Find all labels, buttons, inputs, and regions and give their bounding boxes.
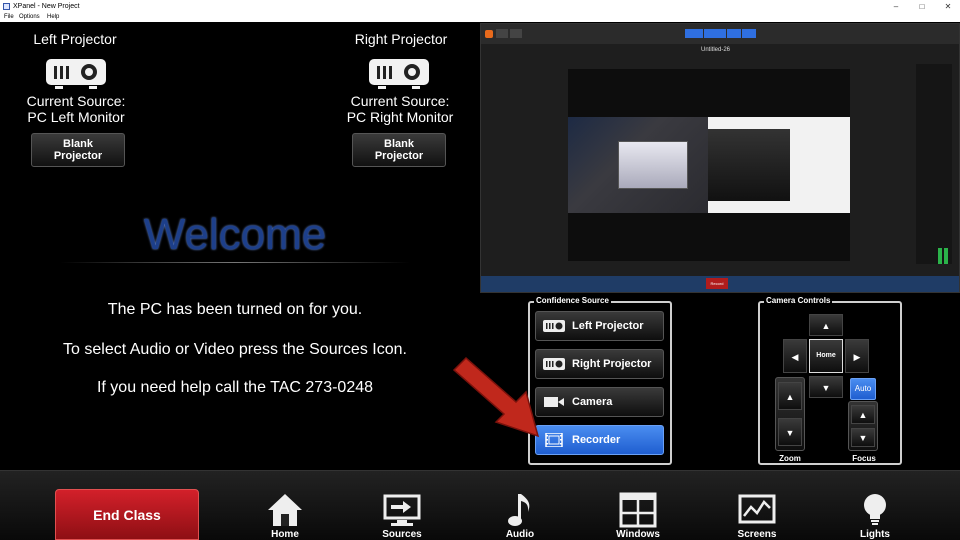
audio-level-bar: [938, 248, 942, 264]
desktop-photo: [708, 129, 790, 201]
source-right-projector-button[interactable]: Right Projector: [535, 349, 664, 379]
camera-home-button[interactable]: Home: [809, 339, 843, 373]
divider: [60, 262, 410, 263]
source-button-label: Right Projector: [572, 358, 652, 370]
welcome-line-3: If you need help call the TAC 273-0248: [96, 379, 374, 396]
nav-sources[interactable]: Sources: [362, 492, 442, 540]
nav-audio[interactable]: Audio: [480, 492, 560, 540]
nav-home-label: Home: [271, 529, 299, 540]
menu-file[interactable]: File: [4, 13, 14, 22]
auto-focus-button[interactable]: Auto: [850, 378, 876, 400]
maximize-button[interactable]: □: [910, 0, 934, 13]
left-current-source-label: Current Source:: [26, 93, 126, 109]
preview-toolbar-button: [496, 29, 508, 38]
sources-icon: [383, 494, 421, 526]
pan-right-button[interactable]: ▶: [845, 339, 869, 373]
preview-taskbar: Record: [481, 276, 959, 292]
screens-icon: [738, 494, 776, 524]
lightbulb-icon: [864, 494, 886, 525]
annotation-arrow: [452, 356, 540, 438]
audio-level-bar: [944, 248, 948, 264]
camera-feed-thumbnail: [568, 117, 708, 213]
welcome-line-2: To select Audio or Video press the Sourc…: [63, 341, 407, 358]
source-left-projector-button[interactable]: Left Projector: [535, 311, 664, 341]
nav-home[interactable]: Home: [245, 492, 325, 540]
music-note-icon: [508, 494, 530, 526]
right-current-source-value: PC Right Monitor: [346, 109, 454, 125]
nav-sources-label: Sources: [382, 529, 422, 540]
recorder-preview: Untitled-26 Record: [480, 23, 960, 293]
zoom-label: Zoom: [779, 454, 801, 463]
preview-tab: [742, 29, 756, 38]
preview-tab: [704, 29, 726, 38]
nav-windows-label: Windows: [616, 529, 660, 540]
nav-screens-label: Screens: [737, 529, 777, 540]
title-bar: XPanel - New Project – □ ✕: [0, 0, 960, 13]
nav-lights[interactable]: Lights: [835, 492, 915, 540]
preview-tab: [685, 29, 703, 38]
preview-stage: [568, 69, 850, 261]
right-blank-projector-button[interactable]: Blank Projector: [352, 133, 446, 167]
focus-label: Focus: [852, 454, 876, 463]
camera-icon: [544, 397, 564, 407]
minimize-button[interactable]: –: [884, 0, 908, 13]
nav-windows[interactable]: Windows: [598, 492, 678, 540]
nav-audio-label: Audio: [505, 529, 535, 540]
left-projector-title: Left Projector: [33, 31, 117, 47]
xpanel-window: { "window": { "title": "XPanel - New Pro…: [0, 0, 960, 540]
windows-icon: [619, 492, 657, 528]
focus-near-button[interactable]: ▲: [851, 405, 875, 424]
nav-screens[interactable]: Screens: [717, 492, 797, 540]
record-indicator: Record: [706, 278, 728, 289]
preview-tab: [727, 29, 741, 38]
camera-controls-title: Camera Controls: [764, 296, 833, 305]
window-title: XPanel - New Project: [13, 3, 80, 10]
desktop-feed-thumbnail: [708, 117, 850, 213]
tilt-up-button[interactable]: ▲: [809, 314, 843, 336]
right-projector-title: Right Projector: [354, 31, 448, 47]
focus-control: ▲ ▼: [848, 401, 878, 451]
confidence-source-title: Confidence Source: [534, 296, 611, 305]
welcome-line-1: The PC has been turned on for you.: [107, 301, 363, 318]
home-icon: [268, 494, 302, 526]
zoom-in-button[interactable]: ▲: [778, 382, 802, 410]
projector-icon: [543, 358, 565, 370]
audio-meter: [916, 64, 952, 264]
preview-doc-title: Untitled-26: [701, 47, 731, 53]
source-button-label: Recorder: [572, 434, 621, 446]
app-logo-icon: [485, 30, 493, 38]
source-button-label: Camera: [572, 396, 613, 408]
menu-help[interactable]: Help: [47, 13, 59, 22]
menu-options[interactable]: Options: [19, 13, 40, 22]
film-icon: [545, 433, 563, 447]
source-camera-button[interactable]: Camera: [535, 387, 664, 417]
projector-icon: [543, 320, 565, 332]
app-icon: [3, 3, 10, 10]
tilt-down-button[interactable]: ▼: [809, 376, 843, 398]
focus-far-button[interactable]: ▼: [851, 428, 875, 447]
welcome-heading: Welcome: [143, 210, 327, 259]
pan-left-button[interactable]: ◀: [783, 339, 807, 373]
preview-toolbar: [481, 24, 959, 44]
zoom-out-button[interactable]: ▼: [778, 418, 802, 446]
end-class-button[interactable]: End Class: [55, 489, 199, 540]
close-button[interactable]: ✕: [936, 0, 960, 13]
projector-icon: [369, 59, 429, 89]
preview-toolbar-button: [510, 29, 522, 38]
right-current-source-label: Current Source:: [350, 93, 450, 109]
source-recorder-button[interactable]: Recorder: [535, 425, 664, 455]
left-current-source-value: PC Left Monitor: [27, 109, 125, 125]
projector-icon: [46, 59, 106, 89]
nav-lights-label: Lights: [860, 529, 890, 540]
projection-screen: [618, 141, 688, 189]
left-blank-projector-button[interactable]: Blank Projector: [31, 133, 125, 167]
menu-bar: File Options Help: [0, 13, 960, 22]
source-button-label: Left Projector: [572, 320, 644, 332]
zoom-control: ▲ ▼: [775, 377, 805, 451]
